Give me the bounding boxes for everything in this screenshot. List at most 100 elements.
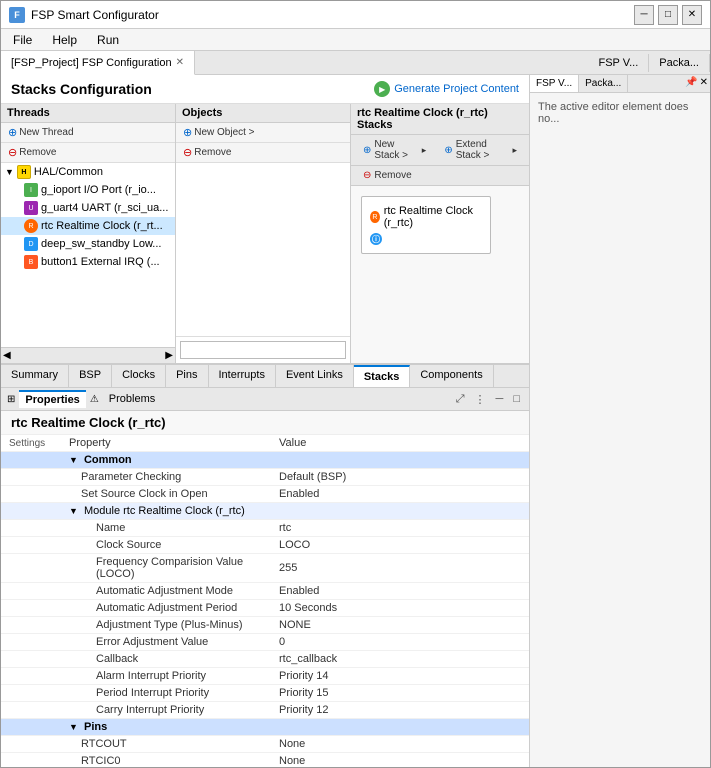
objects-panel: Objects ⊕ New Object > ⊖ Remove [176,104,351,363]
val-err-adj-val[interactable]: 0 [271,634,529,651]
rtc-stack-card[interactable]: R rtc Realtime Clock (r_rtc) ⓘ [361,196,491,254]
val-source-clock[interactable]: Enabled [271,486,529,503]
export-tool-button[interactable]: ⤢ [453,392,468,407]
val-alarm-intr[interactable]: Priority 14 [271,668,529,685]
remove-thread-button[interactable]: ⊖ Remove [5,145,59,160]
menu-help[interactable]: Help [48,32,81,48]
close-button[interactable]: ✕ [682,5,702,25]
tab-clocks[interactable]: Clocks [112,365,166,387]
tab-components[interactable]: Components [410,365,493,387]
module-expand-arrow[interactable]: ▼ [69,506,78,516]
pins-section-label: Pins [84,721,107,733]
main-tab-close[interactable]: ✕ [176,57,184,68]
side-tab-packa[interactable]: Packa... [649,54,710,72]
val-freq-comp[interactable]: 255 [271,554,529,583]
right-panel-tab-bar: FSP V... Packa... 📌 ✕ [530,75,710,93]
pins-expand-arrow[interactable]: ▼ [69,722,78,732]
prop-row-adj-type: Adjustment Type (Plus-Minus) NONE [1,617,529,634]
tree-item-ioport[interactable]: I g_ioport I/O Port (r_io... [1,181,175,199]
menu-file[interactable]: File [9,32,36,48]
new-object-button[interactable]: ⊕ New Object > [180,125,258,140]
prop-rtcic0: RTCIC0 [61,753,271,768]
generate-project-button[interactable]: ▶ Generate Project Content [374,81,519,97]
minimize-button[interactable]: ─ [634,5,654,25]
tree-item-rtc[interactable]: R rtc Realtime Clock (r_rt... [1,217,175,235]
threads-toolbar: ⊕ New Thread [1,123,175,143]
val-period-intr[interactable]: Priority 15 [271,685,529,702]
tab-summary[interactable]: Summary [1,365,69,387]
side-tab-packa-label: Packa... [659,57,699,69]
stack-card-title-row: R rtc Realtime Clock (r_rtc) [370,205,482,229]
val-auto-adj-period[interactable]: 10 Seconds [271,600,529,617]
extend-stack-button[interactable]: ⊕ Extend Stack > ▸ [438,138,523,162]
hal-label: HAL/Common [34,166,103,178]
columns-tool-button[interactable]: ⋮ [472,392,489,407]
prop-adj-type: Adjustment Type (Plus-Minus) [61,617,271,634]
tab-interrupts[interactable]: Interrupts [209,365,276,387]
val-carry-intr[interactable]: Priority 12 [271,702,529,719]
val-rtcic0[interactable]: None [271,753,529,768]
new-stack-icon: ⊕ [363,145,371,156]
tree-item-hal[interactable]: ▼ H HAL/Common [1,163,175,181]
objects-search-input[interactable] [180,341,346,359]
bottom-panel-tools: ⤢ ⋮ ─ □ [453,392,523,407]
tab-stacks[interactable]: Stacks [354,365,410,387]
prop-err-adj-val: Error Adjustment Value [61,634,271,651]
tree-item-button1[interactable]: B button1 External IRQ (... [1,253,175,271]
tree-item-deepsw[interactable]: D deep_sw_standby Low... [1,235,175,253]
val-callback[interactable]: rtc_callback [271,651,529,668]
threads-panel-title: Threads [7,107,50,119]
prop-row-rtcout: RTCOUT None [1,736,529,753]
generate-icon: ▶ [374,81,390,97]
right-panel-close-button[interactable]: ✕ [700,77,708,90]
section-common: ▼ Common [1,452,529,469]
remove-object-button[interactable]: ⊖ Remove [180,145,234,160]
val-name[interactable]: rtc [271,520,529,537]
val-auto-adj-mode[interactable]: Enabled [271,583,529,600]
prop-row-auto-adj-period: Automatic Adjustment Period 10 Seconds [1,600,529,617]
prop-freq-comp: Frequency Comparision Value (LOCO) [61,554,271,583]
properties-icon: ⊞ [7,394,15,405]
val-adj-type[interactable]: NONE [271,617,529,634]
threads-panel-header: Threads [1,104,175,123]
tab-pins[interactable]: Pins [166,365,208,387]
tab-problems[interactable]: Problems [103,391,161,407]
right-tab-packa[interactable]: Packa... [579,75,628,92]
col-property-header: Property [61,435,271,452]
tab-bsp[interactable]: BSP [69,365,112,387]
stacks-config-panel: rtc Realtime Clock (r_rtc) Stacks ⊕ New … [351,104,529,363]
tab-event-links[interactable]: Event Links [276,365,354,387]
col-settings-header: Settings [1,435,61,452]
rtc-label: rtc Realtime Clock (r_rt... [41,220,163,232]
menu-run[interactable]: Run [93,32,123,48]
side-tab-fsp[interactable]: FSP V... [589,54,650,72]
uart-icon: U [24,201,38,215]
common-expand-arrow[interactable]: ▼ [69,455,78,465]
tree-item-uart[interactable]: U g_uart4 UART (r_sci_ua... [1,199,175,217]
new-object-label: New Object > [194,127,254,138]
new-thread-label: New Thread [19,127,73,138]
minimize-panel-button[interactable]: ─ [493,392,507,407]
hal-icon: H [17,165,31,179]
deepsw-icon: D [24,237,38,251]
val-clock-source[interactable]: LOCO [271,537,529,554]
maximize-panel-button[interactable]: □ [510,392,523,407]
tab-properties[interactable]: Properties [19,390,85,408]
new-stack-button[interactable]: ⊕ New Stack > ▸ [357,138,432,162]
val-rtcout[interactable]: None [271,736,529,753]
val-param-checking[interactable]: Default (BSP) [271,469,529,486]
maximize-button[interactable]: □ [658,5,678,25]
properties-section-title: rtc Realtime Clock (r_rtc) [1,411,529,435]
rtc-tree-icon: R [24,219,38,233]
remove-stack-button[interactable]: ⊖ Remove [357,169,418,182]
right-tab-fsp[interactable]: FSP V... [530,75,579,92]
prop-row-period-intr: Period Interrupt Priority Priority 15 [1,685,529,702]
remove-stack-icon: ⊖ [363,170,371,181]
right-panel-pin-button[interactable]: 📌 [685,77,697,90]
bottom-tabs-bar: Summary BSP Clocks Pins Interrupts Event… [1,364,529,388]
hal-expand-arrow[interactable]: ▼ [5,167,14,177]
prop-auto-adj-period: Automatic Adjustment Period [61,600,271,617]
main-editor-tab[interactable]: [FSP_Project] FSP Configuration ✕ [1,51,195,75]
stack-card-icon: R [370,211,380,223]
new-thread-button[interactable]: ⊕ New Thread [5,125,77,140]
